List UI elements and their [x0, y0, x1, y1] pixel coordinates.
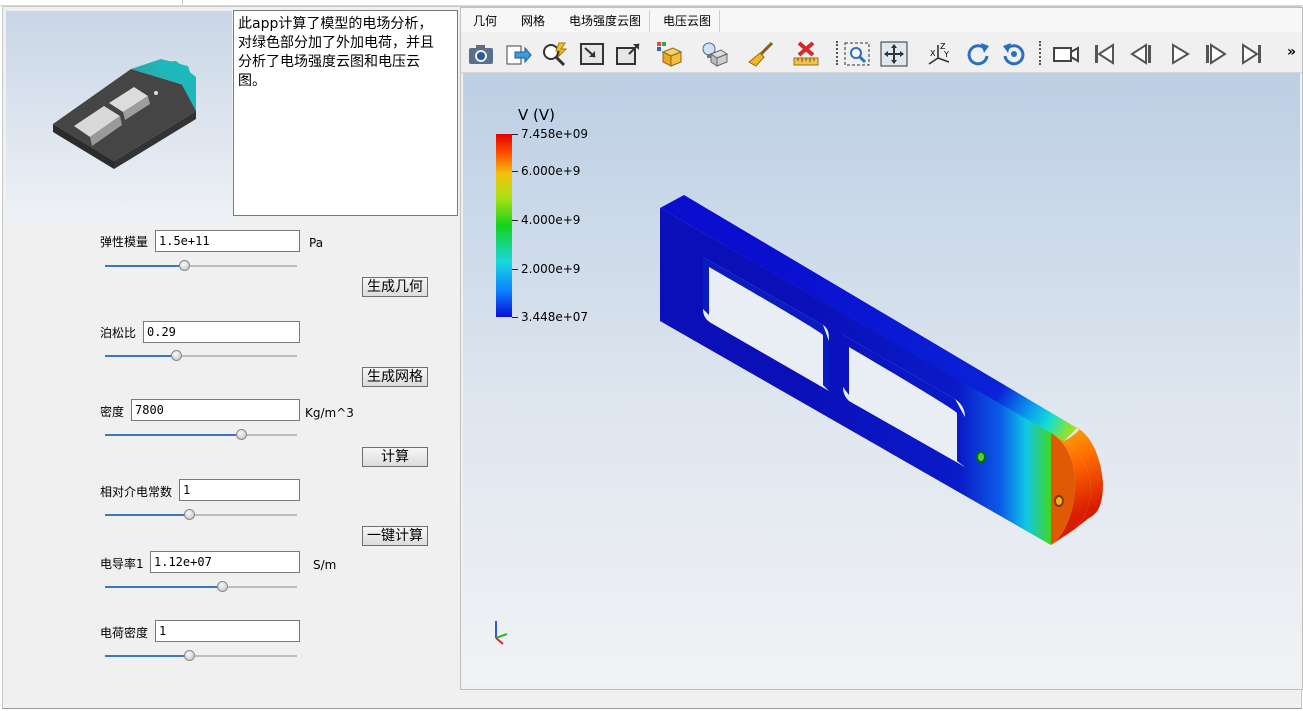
app-window: 此app计算了模型的电场分析， 对绿色部分加了外加电荷，并且 分析了电场强度云图…	[2, 6, 1303, 709]
camera-icon[interactable]	[466, 40, 496, 68]
svg-text:X: X	[930, 49, 936, 58]
generate-geometry-button[interactable]: 生成几何	[362, 277, 428, 297]
tab-geometry[interactable]: 几何	[465, 10, 505, 32]
3d-view-canvas[interactable]: V (V) 7.458e+09 6.000e+9 4.000e+9 2.000e…	[463, 73, 1300, 685]
graphics-viewer: 几何 网格 电场强度云图 电压云图 ZYX » V (V) 7.458e+09 …	[460, 7, 1303, 690]
prev-frame-icon[interactable]	[1126, 40, 1156, 68]
conductivity-unit: S/m	[313, 558, 337, 572]
youngs-modulus-input[interactable]: 1.5e+11	[155, 230, 300, 252]
slider-handle[interactable]	[179, 260, 190, 271]
poisson-ratio-input[interactable]: 0.29	[143, 321, 300, 343]
clear-brush-icon[interactable]	[746, 40, 776, 68]
param-label-charge-density: 电荷密度	[100, 626, 149, 640]
zoom-window-icon[interactable]	[842, 40, 872, 68]
compute-button[interactable]: 计算	[362, 447, 428, 467]
relative-permittivity-slider[interactable]	[105, 508, 297, 522]
zoom-selection-icon[interactable]	[539, 40, 569, 68]
video-camera-icon[interactable]	[1051, 40, 1081, 68]
slider-handle[interactable]	[217, 581, 228, 592]
conductivity-input[interactable]: 1.12e+07	[150, 551, 300, 573]
one-click-compute-button[interactable]: 一键计算	[362, 526, 428, 546]
slider-handle[interactable]	[184, 509, 195, 520]
density-unit: Kg/m^3	[305, 406, 354, 420]
charge-density-input[interactable]: 1	[155, 620, 300, 642]
next-frame-icon[interactable]	[1201, 40, 1231, 68]
conductivity-slider[interactable]	[105, 580, 297, 594]
voltage-contour-model	[495, 195, 1103, 645]
generate-mesh-button[interactable]: 生成网格	[362, 367, 428, 387]
axes-orient-icon[interactable]: ZYX	[925, 40, 955, 68]
density-slider[interactable]	[105, 428, 297, 442]
light-icon[interactable]	[699, 40, 729, 68]
view-cube-icon[interactable]	[655, 40, 685, 68]
play-icon[interactable]	[1164, 40, 1194, 68]
delete-measure-icon[interactable]	[791, 40, 821, 68]
description-text: 此app计算了模型的电场分析， 对绿色部分加了外加电荷，并且 分析了电场强度云图…	[233, 10, 458, 216]
tab-bar: 几何 网格 电场强度云图 电压云图	[461, 8, 1302, 32]
param-label-poisson-ratio: 泊松比	[100, 326, 137, 340]
param-label-density: 密度	[100, 405, 125, 419]
tab-voltage[interactable]: 电压云图	[655, 10, 721, 32]
slider-handle[interactable]	[171, 350, 182, 361]
charge-density-slider[interactable]	[105, 649, 297, 663]
toolbar-overflow-icon[interactable]: »	[1287, 44, 1296, 60]
param-label-youngs-modulus: 弹性模量	[100, 235, 149, 249]
param-label-relative-permittivity: 相对介电常数	[100, 485, 173, 499]
density-input[interactable]: 7800	[131, 399, 300, 421]
relative-permittivity-input[interactable]: 1	[179, 479, 300, 501]
tab-mesh[interactable]: 网格	[513, 10, 553, 32]
svg-text:Y: Y	[943, 50, 949, 59]
youngs-modulus-unit: Pa	[309, 236, 324, 250]
slider-handle[interactable]	[236, 429, 247, 440]
axes-triad-icon	[495, 621, 508, 645]
youngs-modulus-slider[interactable]	[105, 259, 297, 273]
model-preview-3d	[53, 59, 196, 169]
zoom-extents-icon[interactable]	[613, 40, 643, 68]
model-preview-image	[6, 11, 232, 221]
rotate-cw-icon[interactable]	[963, 40, 993, 68]
first-frame-icon[interactable]	[1089, 40, 1119, 68]
param-label-conductivity: 电导率1	[100, 557, 144, 571]
slider-handle[interactable]	[184, 650, 195, 661]
poisson-ratio-slider[interactable]	[105, 349, 297, 363]
tab-field-strength[interactable]: 电场强度云图	[561, 10, 651, 32]
export-icon[interactable]	[503, 40, 533, 68]
rotate-ccw-icon[interactable]	[999, 40, 1029, 68]
toolbar: ZYX »	[461, 34, 1302, 73]
zoom-box-icon[interactable]	[577, 40, 607, 68]
pan-icon[interactable]	[879, 40, 909, 68]
last-frame-icon[interactable]	[1237, 40, 1267, 68]
